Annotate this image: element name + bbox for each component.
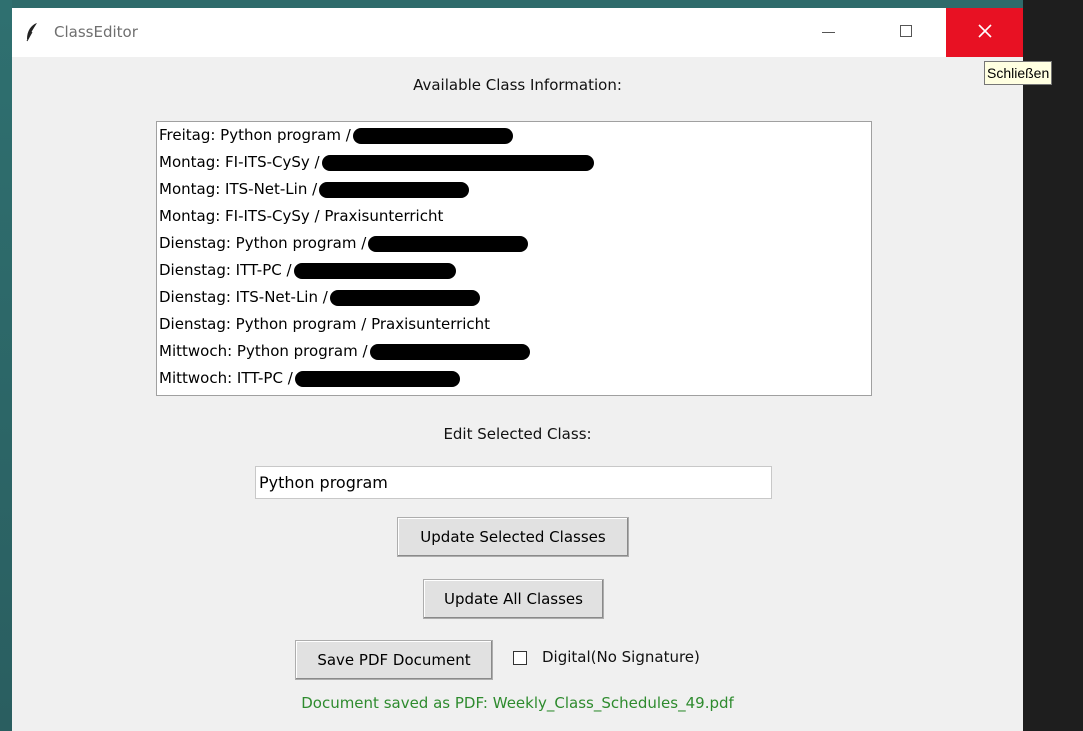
close-tooltip: Schließen <box>984 61 1053 85</box>
redacted-block <box>369 343 530 360</box>
list-item[interactable]: Mittwoch: Python program / <box>159 338 530 364</box>
list-item[interactable]: Dienstag: Python program / Praxisunterri… <box>159 311 490 337</box>
update-all-button[interactable]: Update All Classes <box>423 579 604 619</box>
list-item[interactable]: Freitag: Python program / <box>159 122 513 148</box>
save-pdf-button[interactable]: Save PDF Document <box>295 640 493 680</box>
list-item[interactable]: Mittwoch: ITT-PC / <box>159 365 460 391</box>
edit-class-label: Edit Selected Class: <box>443 425 592 443</box>
desktop-background <box>0 0 12 731</box>
digital-checkbox[interactable] <box>513 651 527 665</box>
update-selected-button[interactable]: Update Selected Classes <box>397 517 629 557</box>
digital-checkbox-label[interactable]: Digital(No Signature) <box>542 648 700 666</box>
class-listbox[interactable]: Freitag: Python program / Montag: FI-ITS… <box>156 121 872 396</box>
redacted-block <box>352 127 513 144</box>
redacted-block <box>293 262 456 279</box>
maximize-icon <box>900 25 912 37</box>
window-title: ClassEditor <box>54 23 138 41</box>
redacted-block <box>368 235 529 252</box>
class-editor-window: ClassEditor Available Class Information:… <box>12 8 1023 731</box>
redacted-block <box>319 181 470 198</box>
feather-icon <box>24 22 40 42</box>
title-bar[interactable]: ClassEditor <box>12 8 1023 57</box>
close-icon <box>978 24 992 38</box>
list-item[interactable]: Dienstag: Python program / <box>159 230 529 256</box>
list-item[interactable]: Dienstag: ITT-PC / <box>159 257 456 283</box>
list-item[interactable]: Montag: FI-ITS-CySy / Praxisunterricht <box>159 203 443 229</box>
redacted-block <box>329 289 480 306</box>
maximize-button[interactable] <box>868 8 946 57</box>
minimize-icon <box>822 32 835 33</box>
redacted-block <box>321 154 594 171</box>
list-item[interactable]: Montag: FI-ITS-CySy / <box>159 149 594 175</box>
status-message: Document saved as PDF: Weekly_Class_Sche… <box>301 694 734 712</box>
desktop-background-right <box>1023 0 1083 731</box>
available-class-label: Available Class Information: <box>413 76 622 94</box>
list-item[interactable]: Dienstag: ITS-Net-Lin / <box>159 284 480 310</box>
class-name-input[interactable]: Python program <box>255 466 772 499</box>
list-item[interactable]: Montag: ITS-Net-Lin / <box>159 176 470 202</box>
minimize-button[interactable] <box>790 8 868 57</box>
close-button[interactable] <box>946 8 1023 57</box>
redacted-block <box>294 370 460 387</box>
